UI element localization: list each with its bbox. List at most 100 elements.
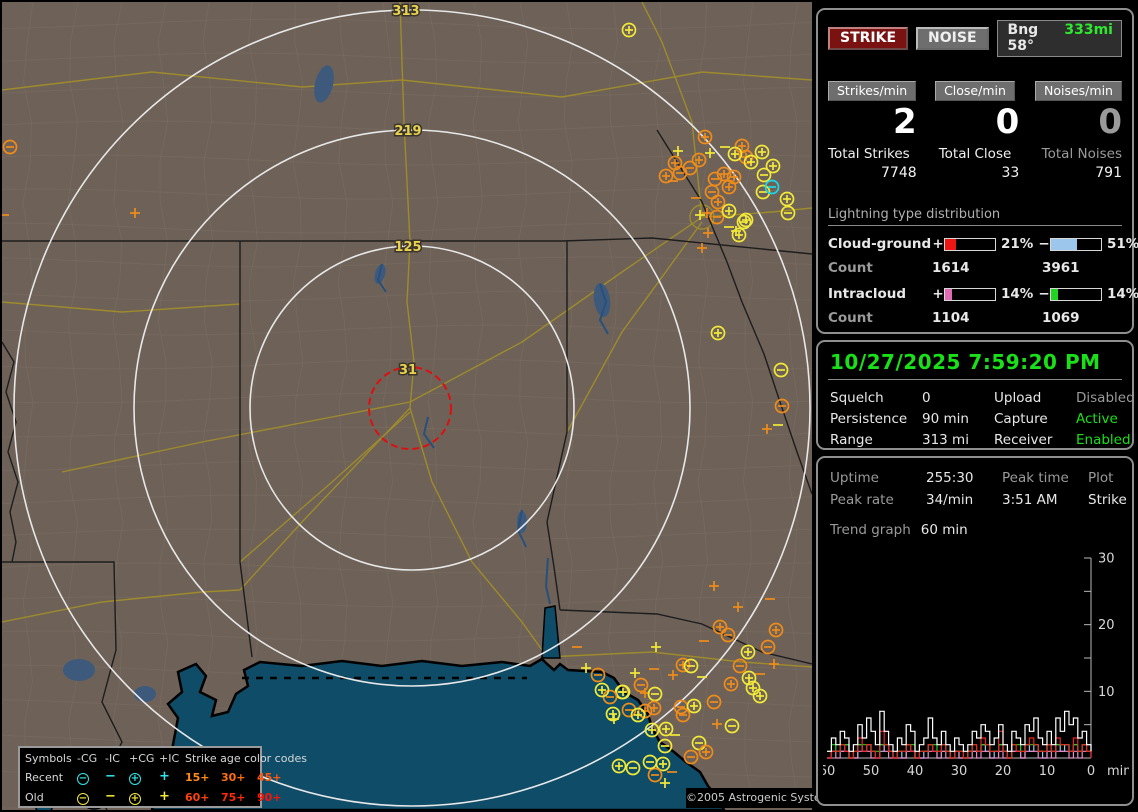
total-strikes-value: 7748 bbox=[881, 165, 917, 182]
ic-pos-count: 1104 bbox=[932, 310, 970, 327]
noises-per-min-button[interactable]: Noises/min bbox=[1035, 81, 1122, 101]
legend-row: Old − − + +60+ 75+ 90+ bbox=[25, 787, 282, 807]
cg-neg-count: 3961 bbox=[1042, 260, 1080, 277]
uptime-value: 255:30 bbox=[926, 470, 974, 486]
ic-neg-pct: 14% bbox=[1107, 286, 1138, 303]
total-noises-value: 791 bbox=[1095, 165, 1122, 182]
plus-sign: + bbox=[932, 236, 944, 253]
legend-header-row: Symbols -CG -IC +CG +IC Strike age color… bbox=[25, 750, 307, 767]
cg-pos-bar bbox=[944, 237, 996, 251]
minus-icon: − bbox=[105, 789, 116, 805]
age-code-label: 30+ bbox=[221, 770, 246, 784]
count-label: Count bbox=[828, 310, 873, 327]
uptime-label: Uptime bbox=[830, 470, 879, 486]
legend-pos-ic-label: +IC bbox=[159, 752, 180, 765]
legend-row: Recent − − + +15+ 30+ 45+ bbox=[25, 767, 282, 787]
cloud-ground-count-row: Count 1614 3961 bbox=[828, 260, 1122, 276]
lightning-map[interactable]: 31 125 219 313 bbox=[2, 2, 812, 810]
ic-pos-bar bbox=[944, 287, 996, 301]
peak-time-label: Peak time bbox=[1002, 470, 1069, 486]
cloud-ground-row: Cloud-ground + 21% − 51% bbox=[828, 236, 1138, 253]
total-close-label: Total Close bbox=[938, 146, 1012, 163]
persistence-label: Persistence bbox=[830, 411, 908, 427]
bearing-range: 333mi bbox=[1064, 22, 1113, 38]
age-code-label: 45+ bbox=[257, 770, 282, 784]
svg-text:60: 60 bbox=[823, 764, 835, 779]
legend-symbols-label: Symbols bbox=[25, 752, 72, 765]
total-strikes-label: Total Strikes bbox=[828, 146, 910, 163]
status-panel: 10/27/2025 7:59:20 PM Squelch 0 Upload D… bbox=[816, 340, 1135, 450]
legend-age-header: Strike age color codes bbox=[185, 752, 307, 765]
svg-text:30: 30 bbox=[1098, 552, 1115, 567]
strikes-rate-column: Strikes/min 2 Total Strikes 7748 bbox=[828, 81, 917, 181]
age-code-label: 15+ bbox=[185, 770, 210, 784]
circle-minus-icon: − bbox=[77, 792, 89, 805]
plus-icon: + bbox=[159, 769, 170, 785]
peak-rate-value: 34/min bbox=[926, 492, 974, 508]
legend-neg-ic-label: -IC bbox=[105, 752, 120, 765]
strikes-per-min-button[interactable]: Strikes/min bbox=[828, 81, 917, 101]
capture-label: Capture bbox=[994, 411, 1048, 427]
circle-plus-icon: + bbox=[129, 792, 141, 805]
distribution-title: Lightning type distribution bbox=[828, 207, 1122, 227]
stats-panel: STRIKE NOISE Bng 58° 333mi Strikes/min 2… bbox=[816, 8, 1138, 334]
minus-sign: − bbox=[1038, 286, 1050, 303]
noises-rate-column: Noises/min 0 Total Noises 791 bbox=[1033, 81, 1122, 181]
range-value: 313 mi bbox=[922, 432, 969, 448]
cg-pos-count: 1614 bbox=[932, 260, 970, 277]
total-noises-label: Total Noises bbox=[1041, 146, 1122, 163]
svg-text:min: min bbox=[1107, 764, 1129, 779]
close-per-min-button[interactable]: Close/min bbox=[935, 81, 1015, 101]
ic-neg-count: 1069 bbox=[1042, 310, 1080, 327]
age-code-label: 75+ bbox=[221, 790, 246, 804]
cg-pos-pct: 21% bbox=[1001, 236, 1034, 253]
count-label: Count bbox=[828, 260, 873, 277]
peak-rate-label: Peak rate bbox=[830, 492, 894, 508]
ic-pos-pct: 14% bbox=[1001, 286, 1034, 303]
persistence-value: 90 min bbox=[922, 411, 969, 427]
intracloud-row: Intracloud + 14% − 14% bbox=[828, 286, 1138, 303]
legend-neg-cg-label: -CG bbox=[77, 752, 98, 765]
squelch-label: Squelch bbox=[830, 390, 884, 406]
trend-panel: Uptime 255:30 Peak time Plot Peak rate 3… bbox=[816, 456, 1134, 806]
svg-text:10: 10 bbox=[1098, 685, 1115, 700]
app-window: 31 125 219 313 Symbols -CG -IC +CG +IC Stri… bbox=[0, 0, 1138, 812]
cg-neg-pct: 51% bbox=[1107, 236, 1138, 253]
ring-distance-label: 313 bbox=[392, 4, 419, 19]
peak-time-value: 3:51 AM bbox=[1002, 492, 1058, 508]
svg-text:20: 20 bbox=[1098, 618, 1115, 633]
svg-text:40: 40 bbox=[907, 764, 924, 779]
range-label: Range bbox=[830, 432, 873, 448]
total-close-value: 33 bbox=[1001, 165, 1020, 182]
legend-row-label: Recent bbox=[25, 770, 64, 784]
minus-sign: − bbox=[1038, 236, 1050, 253]
bearing-indicator: Bng 58° 333mi bbox=[996, 20, 1122, 57]
plot-label: Plot bbox=[1088, 470, 1114, 486]
circle-minus-icon: − bbox=[77, 772, 89, 785]
age-code-label: 90+ bbox=[257, 790, 282, 804]
close-rate-column: Close/min 0 Total Close 33 bbox=[931, 81, 1020, 182]
plus-icon: + bbox=[159, 789, 170, 805]
close-per-min-value: 0 bbox=[995, 102, 1020, 142]
ring-distance-label: 31 bbox=[399, 363, 417, 378]
strikes-per-min-value: 2 bbox=[892, 102, 917, 142]
noise-button[interactable]: NOISE bbox=[916, 27, 989, 50]
svg-text:10: 10 bbox=[1039, 764, 1056, 779]
legend-pos-cg-label: +CG bbox=[129, 752, 155, 765]
upload-label: Upload bbox=[994, 390, 1042, 406]
ic-neg-bar bbox=[1050, 287, 1102, 301]
datetime-display: 10/27/2025 7:59:20 PM bbox=[828, 348, 1122, 380]
bearing-label: Bng 58° bbox=[1007, 22, 1039, 54]
map-canvas[interactable]: 31 125 219 313 Symbols -CG -IC +CG +IC Stri… bbox=[2, 2, 837, 810]
noises-per-min-value: 0 bbox=[1098, 102, 1122, 142]
squelch-value: 0 bbox=[922, 390, 931, 406]
svg-text:20: 20 bbox=[995, 764, 1012, 779]
strike-button[interactable]: STRIKE bbox=[828, 27, 909, 50]
ring-distance-label: 219 bbox=[394, 124, 421, 139]
receiver-status: Enabled bbox=[1076, 432, 1131, 448]
intracloud-label: Intracloud bbox=[828, 286, 907, 303]
svg-text:50: 50 bbox=[863, 764, 880, 779]
minus-icon: − bbox=[105, 769, 116, 785]
receiver-label: Receiver bbox=[994, 432, 1053, 448]
capture-status: Active bbox=[1076, 411, 1118, 427]
